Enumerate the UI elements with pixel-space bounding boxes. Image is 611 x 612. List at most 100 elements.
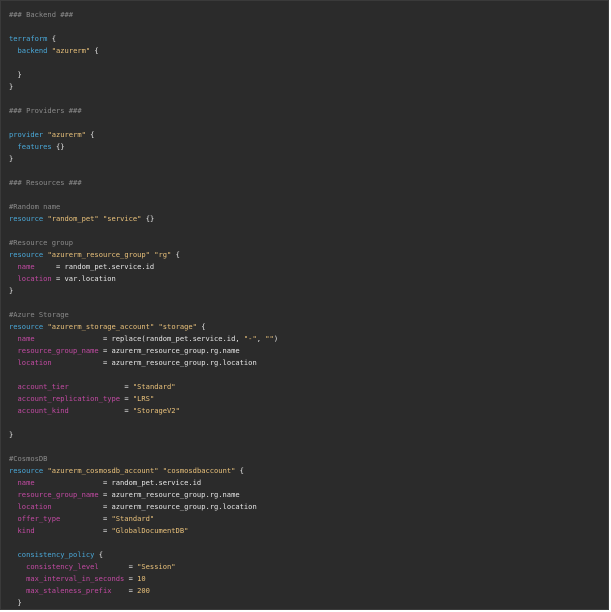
code-token: {	[90, 46, 99, 55]
code-line: ### Backend ###	[9, 9, 604, 21]
code-token: }	[9, 430, 14, 439]
code-token: }	[9, 82, 14, 91]
code-token: "LRS"	[132, 394, 155, 403]
code-token: =	[98, 562, 138, 571]
code-token: {	[196, 322, 206, 331]
code-token: "azurerm"	[47, 130, 86, 139]
code-line: #CosmosDB	[9, 453, 604, 465]
code-token: ### Backend ###	[9, 10, 74, 19]
code-token: }	[9, 598, 22, 607]
code-line: consistency_level = "Session"	[9, 561, 604, 573]
code-token: provider	[9, 130, 44, 139]
code-token: location	[9, 358, 52, 367]
code-token: account_replication_type	[9, 394, 121, 403]
code-token: {	[85, 130, 95, 139]
code-line: terraform {	[9, 33, 604, 45]
code-line: }	[9, 153, 604, 165]
code-token: "azurerm_resource_group"	[47, 250, 150, 259]
code-token: name	[9, 334, 35, 343]
code-token: "GlobalDocumentDB"	[111, 526, 189, 535]
code-token: backend	[9, 46, 48, 55]
code-line: ### Resources ###	[9, 177, 604, 189]
code-token: = random_pet.service.id	[34, 478, 202, 487]
code-line: #Resource group	[9, 237, 604, 249]
code-token: account_kind	[9, 406, 69, 415]
code-block[interactable]: ### Backend ### terraform { backend "azu…	[9, 9, 604, 609]
code-token: }	[9, 286, 14, 295]
code-line: ### Providers ###	[9, 105, 604, 117]
code-token: terraform	[9, 34, 48, 43]
code-token: resource_group_name	[9, 346, 99, 355]
code-line: resource "azurerm_storage_account" "stor…	[9, 321, 604, 333]
code-token: name	[9, 478, 35, 487]
code-token: "cosmosdbaccount"	[162, 466, 236, 475]
code-token: features	[9, 142, 52, 151]
code-token: resource	[9, 214, 44, 223]
code-token: ### Providers ###	[9, 106, 82, 115]
code-line: features {}	[9, 141, 604, 153]
code-token: account_tier	[9, 382, 69, 391]
code-line: location = var.location	[9, 273, 604, 285]
code-line: location = azurerm_resource_group.rg.loc…	[9, 501, 604, 513]
code-token: "azurerm_storage_account"	[47, 322, 155, 331]
code-editor-panel: ### Backend ### terraform { backend "azu…	[0, 0, 609, 610]
code-token: 200	[137, 586, 150, 595]
code-line: name = random_pet.service.id	[9, 477, 604, 489]
code-token: = replace(random_pet.service.id,	[34, 334, 244, 343]
code-line: account_kind = "StorageV2"	[9, 405, 604, 417]
code-token: =	[120, 394, 133, 403]
code-token: location	[9, 274, 52, 283]
code-line: }	[9, 81, 604, 93]
code-line: resource "azurerm_cosmosdb_account" "cos…	[9, 465, 604, 477]
code-line: }	[9, 69, 604, 81]
code-token: resource	[9, 250, 44, 259]
code-token: {}	[51, 142, 65, 151]
code-token: )	[273, 334, 279, 343]
code-line: backend "azurerm" {	[9, 45, 604, 57]
code-line: account_replication_type = "LRS"	[9, 393, 604, 405]
code-line: }	[9, 597, 604, 609]
code-token: = azurerm_resource_group.rg.name	[98, 490, 240, 499]
code-token: "Standard"	[132, 382, 176, 391]
code-token: "-"	[243, 334, 257, 343]
code-line: account_tier = "Standard"	[9, 381, 604, 393]
code-token: = azurerm_resource_group.rg.name	[98, 346, 240, 355]
code-line: resource_group_name = azurerm_resource_g…	[9, 489, 604, 501]
code-token: "random_pet"	[47, 214, 99, 223]
code-token: max_interval_in_seconds	[9, 574, 125, 583]
code-token: =	[124, 574, 138, 583]
code-line: resource_group_name = azurerm_resource_g…	[9, 345, 604, 357]
code-line: }	[9, 285, 604, 297]
code-line: offer_type = "Standard"	[9, 513, 604, 525]
code-token: 10	[137, 574, 146, 583]
code-line: resource "azurerm_resource_group" "rg" {	[9, 249, 604, 261]
code-line: max_staleness_prefix = 200	[9, 585, 604, 597]
code-token: =	[34, 526, 112, 535]
code-token: {	[94, 550, 103, 559]
code-token: {	[47, 34, 56, 43]
code-token: #Random name	[9, 202, 61, 211]
code-line: #Azure Storage	[9, 309, 604, 321]
code-line: #Random name	[9, 201, 604, 213]
code-token: #Resource group	[9, 238, 74, 247]
code-token: kind	[9, 526, 35, 535]
code-token: = azurerm_resource_group.rg.location	[51, 358, 257, 367]
code-line: kind = "GlobalDocumentDB"	[9, 525, 604, 537]
code-token: name	[9, 262, 35, 271]
code-token: {}	[141, 214, 155, 223]
code-line: }	[9, 429, 604, 441]
code-token: = random_pet.service.id	[34, 262, 155, 271]
code-line: location = azurerm_resource_group.rg.loc…	[9, 357, 604, 369]
code-token: location	[9, 502, 52, 511]
code-token: =	[111, 586, 138, 595]
code-line: consistency_policy {	[9, 549, 604, 561]
